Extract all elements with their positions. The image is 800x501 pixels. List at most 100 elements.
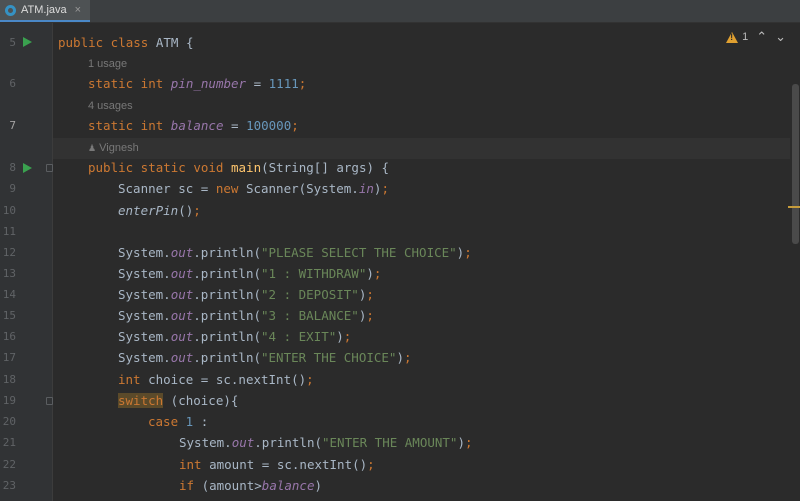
line-number: 16 [2,330,16,343]
code-line[interactable]: System.out.println("ENTER THE CHOICE"); [118,348,412,368]
line-number: 9 [9,182,16,195]
code-token: 100000 [246,118,292,133]
code-token: ; [465,435,473,450]
tab-atm-java[interactable]: ATM.java × [0,0,90,22]
code-token: out [170,308,194,323]
scrollbar-thumb[interactable] [792,84,799,244]
code-token: Scanner(System. [245,181,359,196]
code-line[interactable]: static int balance = 100000; [88,116,299,136]
code-line[interactable]: System.out.println("ENTER THE AMOUNT"); [179,433,473,453]
code-token: "ENTER THE AMOUNT" [322,435,458,450]
code-token: balance [170,118,224,133]
code-line[interactable]: case 1 : [148,412,208,432]
code-line[interactable]: Scanner sc = new Scanner(System.in); [118,179,389,199]
code-token: ; [404,350,412,365]
code-token: "1 : WITHDRAW" [261,266,367,281]
code-token: ; [366,287,374,302]
fold-icon[interactable] [46,397,53,405]
usage-hint[interactable]: 1 usage [88,54,127,74]
line-number: 22 [2,458,16,471]
code-token: 1111 [268,76,299,91]
code-token: .println( [193,266,261,281]
code-line[interactable]: int amount = sc.nextInt(); [179,455,375,475]
code-token: ATM { [155,35,194,50]
code-line[interactable]: int choice = sc.nextInt(); [118,370,314,390]
code-token: (choice){ [163,393,239,408]
code-line[interactable]: System.out.println("3 : BALANCE"); [118,306,374,326]
code-token: ; [306,372,314,387]
code-token: .println( [193,287,261,302]
code-token: "PLEASE SELECT THE CHOICE" [261,245,457,260]
code-token: switch [118,393,164,408]
code-token: choice = sc.nextInt() [148,372,307,387]
code-token: "4 : EXIT" [261,329,337,344]
code-token: case [148,414,186,429]
code-token: out [231,435,255,450]
code-token: System. [118,266,171,281]
user-icon: ♟ [88,143,97,153]
code-token: : [193,414,209,429]
warning-marker[interactable] [788,206,800,208]
chevron-down-icon[interactable]: ⌄ [775,29,786,45]
code-line[interactable]: switch (choice){ [118,391,238,411]
code-line[interactable]: System.out.println("PLEASE SELECT THE CH… [118,243,472,263]
code-token: ) [457,435,465,450]
code-line[interactable]: System.out.println("2 : DEPOSIT"); [118,285,374,305]
code-token: new [215,181,246,196]
line-number: 20 [2,415,16,428]
code-token: Scanner sc = [118,181,216,196]
code-token: ; [464,245,472,260]
code-token: enterPin [118,203,179,218]
fold-icon[interactable] [46,164,53,172]
warning-indicator[interactable]: 1 [726,31,748,43]
code-token: ; [367,457,375,472]
code-line[interactable]: enterPin(); [118,201,201,221]
code-token: ; [298,76,307,91]
code-line[interactable]: static int pin_number = 1111; [88,74,306,94]
code-token: System. [118,245,171,260]
code-line[interactable]: System.out.println("1 : WITHDRAW"); [118,264,381,284]
code-token: ; [366,308,374,323]
code-token: balance [261,478,315,493]
line-number: 12 [2,246,16,259]
code-line[interactable]: System.out.println("4 : EXIT"); [118,327,351,347]
code-token: .println( [254,435,322,450]
chevron-up-icon[interactable]: ⌃ [756,29,767,45]
code-token: out [170,245,194,260]
line-number: 15 [2,309,16,322]
code-editor[interactable]: public class ATM { 1 usage static int pi… [53,23,790,501]
code-token: ) [314,478,323,493]
run-main-icon[interactable] [23,163,32,173]
code-token: amount = sc.nextInt() [209,457,368,472]
code-token: out [170,266,194,281]
code-token: System. [118,329,171,344]
code-line[interactable]: public class ATM { [58,33,193,53]
current-line-highlight [53,138,790,159]
line-number: 14 [2,288,16,301]
run-class-icon[interactable] [23,37,32,47]
code-token: out [170,287,194,302]
code-token: ; [291,118,299,133]
close-icon[interactable]: × [75,4,81,16]
code-token: out [170,329,194,344]
inspection-widget[interactable]: 1 ⌃ ⌄ [726,29,786,45]
code-token: "ENTER THE CHOICE" [261,350,397,365]
code-token: static int [88,118,171,133]
code-token: (amount> [201,478,262,493]
code-token: System. [118,350,171,365]
code-line[interactable]: if (amount>balance) [179,476,322,496]
code-token: () [178,203,194,218]
code-token: System. [179,435,232,450]
code-token: pin_number [170,76,247,91]
code-token: = [223,118,247,133]
code-token: System. [118,287,171,302]
usage-hint[interactable]: 4 usages [88,96,133,116]
author-hint[interactable]: ♟ Vignesh [88,138,139,158]
code-token: "3 : BALANCE" [261,308,359,323]
code-token: public class [58,35,156,50]
warning-icon [726,31,739,43]
line-number: 18 [2,373,16,386]
line-number: 6 [9,77,16,90]
line-number: 5 [9,36,16,49]
code-line[interactable]: public static void main(String[] args) { [88,158,389,178]
